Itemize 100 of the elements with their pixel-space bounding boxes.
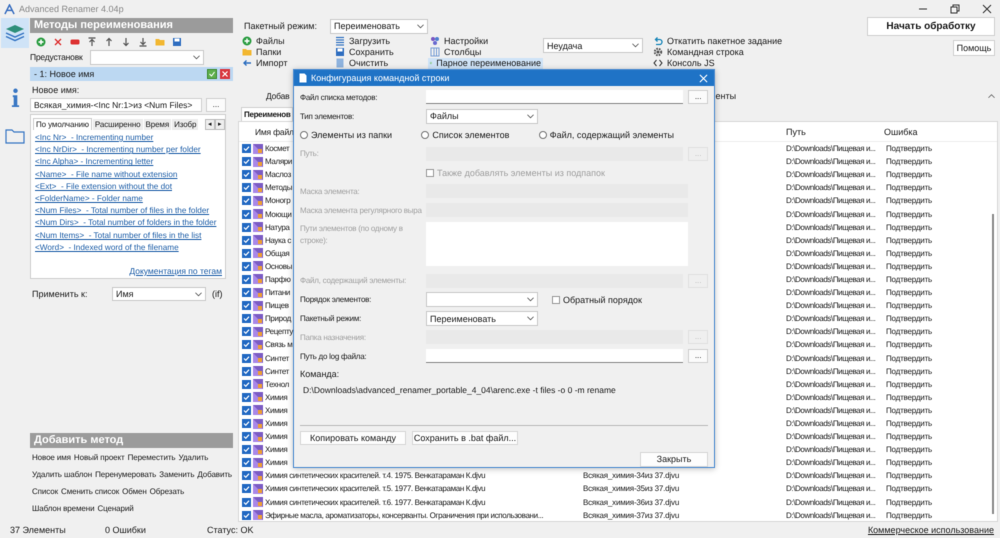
tag-tab[interactable]: Изобр bbox=[172, 119, 198, 130]
browse-button[interactable]: ... bbox=[688, 90, 708, 104]
checkbox[interactable] bbox=[242, 380, 251, 389]
batch-mode-dropdown[interactable]: Переименовать bbox=[330, 18, 428, 34]
checkbox[interactable] bbox=[242, 274, 251, 284]
filter-dropdown[interactable]: Неудача bbox=[543, 38, 643, 53]
tag-link[interactable]: <Inc NrDir> - Incrementing number per folder bbox=[35, 145, 221, 156]
method-link[interactable]: Удалить bbox=[178, 452, 208, 463]
toolbar-button[interactable]: Очистить bbox=[333, 58, 428, 68]
apply-dropdown[interactable]: Имя bbox=[112, 287, 206, 301]
add-icon[interactable] bbox=[36, 37, 46, 47]
method-link[interactable]: Обмен bbox=[122, 486, 147, 497]
dropdown[interactable]: Файлы bbox=[426, 108, 538, 124]
checkbox[interactable] bbox=[242, 392, 251, 402]
dropdown[interactable]: Переименовать bbox=[426, 311, 538, 326]
close-button[interactable]: Закрыть bbox=[640, 452, 708, 467]
toolbar-button[interactable]: Файлы bbox=[240, 36, 333, 46]
method-link[interactable]: Добавить bbox=[197, 469, 232, 480]
method-link[interactable]: Список bbox=[32, 486, 58, 497]
checkbox[interactable] bbox=[242, 419, 251, 428]
documentation-link[interactable]: Документация по тегам bbox=[129, 266, 222, 276]
checkbox[interactable] bbox=[242, 144, 251, 154]
checkbox[interactable] bbox=[242, 340, 251, 350]
checkbox[interactable] bbox=[242, 354, 251, 363]
method-link[interactable]: Сменить список bbox=[61, 486, 120, 497]
checkbox[interactable] bbox=[242, 210, 251, 219]
checkbox[interactable] bbox=[242, 196, 251, 206]
toolbar-button[interactable]: Загрузить bbox=[333, 36, 428, 46]
tag-link[interactable]: <FolderName> - Folder name bbox=[35, 194, 221, 204]
method-link[interactable]: Сценарий bbox=[97, 503, 134, 514]
checkbox[interactable] bbox=[242, 406, 251, 415]
tag-link[interactable]: <Ext> - File extension without the dot bbox=[35, 182, 221, 192]
toolbar-button[interactable]: Столбцы bbox=[428, 47, 543, 58]
remove-icon[interactable] bbox=[220, 69, 230, 79]
collapse-icon[interactable] bbox=[988, 93, 995, 99]
move-bottom-icon[interactable] bbox=[138, 37, 148, 47]
arrow-up-icon[interactable] bbox=[104, 37, 114, 47]
license-link[interactable]: Коммерческое использование bbox=[868, 525, 994, 535]
input-field[interactable] bbox=[426, 349, 684, 364]
method-item[interactable]: - 1: Новое имя bbox=[30, 67, 233, 81]
tag-link[interactable]: <Inc Nr> - Incrementing number bbox=[35, 133, 221, 143]
method-link[interactable]: Шаблон времени bbox=[32, 503, 94, 514]
delete-icon[interactable] bbox=[53, 37, 63, 47]
method-link[interactable]: Заменить bbox=[159, 469, 194, 480]
start-button[interactable]: Начать обработку bbox=[867, 16, 995, 36]
checkbox[interactable] bbox=[242, 445, 251, 454]
dialog-button[interactable]: Копировать команду bbox=[300, 430, 406, 445]
method-link[interactable]: Удалить шаблон bbox=[32, 469, 92, 480]
if-label[interactable]: (if) bbox=[212, 289, 222, 299]
checkbox[interactable] bbox=[242, 157, 251, 166]
toggle-icon[interactable] bbox=[70, 37, 80, 47]
tag-link[interactable]: <Word> - Indexed word of the filename bbox=[35, 242, 221, 253]
browse-button[interactable]: ... bbox=[688, 349, 708, 364]
radio-button[interactable]: Файл, содержащий элементы bbox=[538, 130, 674, 140]
toolbar-button[interactable]: Настройки bbox=[428, 36, 543, 46]
restore-icon[interactable] bbox=[950, 4, 960, 14]
dialog-button[interactable]: Сохранить в .bat файл... bbox=[412, 430, 518, 445]
toolbar-button[interactable]: Импорт bbox=[240, 58, 333, 68]
scrollbar[interactable] bbox=[992, 214, 994, 514]
arrow-down-icon[interactable] bbox=[121, 37, 131, 47]
method-link[interactable]: Обрезать bbox=[150, 486, 184, 497]
rail-tab[interactable] bbox=[1, 18, 29, 48]
input-field[interactable] bbox=[426, 90, 684, 104]
toolbar-button[interactable]: Парное переименование bbox=[428, 58, 543, 68]
checkbox[interactable]: Обратный порядок bbox=[552, 294, 642, 305]
checkbox[interactable] bbox=[242, 170, 251, 180]
toolbar-button[interactable]: Папки bbox=[240, 47, 333, 58]
new-name-field[interactable]: Всякая_химия-<Inc Nr:1>из <Num Files> bbox=[30, 98, 202, 112]
tag-link[interactable]: <Num Items> - Total number of files in the list bbox=[35, 230, 221, 240]
checkbox[interactable] bbox=[242, 432, 251, 442]
toolbar-button[interactable]: Командная строка bbox=[651, 47, 871, 58]
checkbox[interactable] bbox=[242, 262, 251, 271]
checkbox[interactable] bbox=[242, 484, 251, 494]
list-tab[interactable]: Переименов bbox=[241, 107, 294, 121]
radio-button[interactable]: Элементы из папки bbox=[300, 130, 392, 140]
tag-link[interactable]: <Inc Alpha> - Incrementing letter bbox=[35, 157, 221, 168]
radio-button[interactable]: Список элементов bbox=[421, 130, 510, 140]
method-link[interactable]: Переместить bbox=[128, 452, 176, 463]
column-header[interactable]: Путь bbox=[786, 126, 884, 136]
checkbox[interactable] bbox=[242, 248, 251, 258]
tag-tab[interactable]: Время bbox=[144, 119, 172, 130]
save-icon[interactable] bbox=[172, 37, 182, 47]
browse-button[interactable]: ... bbox=[206, 98, 226, 112]
checkbox[interactable] bbox=[242, 236, 251, 245]
checkbox[interactable] bbox=[242, 458, 251, 468]
checkbox[interactable] bbox=[242, 327, 251, 336]
column-header[interactable]: Ошибка bbox=[884, 126, 974, 136]
checkbox[interactable] bbox=[242, 314, 251, 324]
help-button[interactable]: Помощь bbox=[953, 40, 995, 56]
method-link[interactable]: Новый проект bbox=[74, 452, 125, 463]
checkbox[interactable] bbox=[242, 510, 251, 520]
toolbar-button[interactable]: Сохранить bbox=[333, 47, 428, 58]
folder-icon[interactable] bbox=[5, 128, 25, 144]
move-top-icon[interactable] bbox=[87, 37, 97, 47]
checkbox[interactable] bbox=[242, 301, 251, 310]
checkbox[interactable] bbox=[242, 366, 251, 376]
method-link[interactable]: Перенумеровать bbox=[95, 469, 156, 480]
toolbar-button[interactable]: Откатить пакетное задание bbox=[651, 36, 871, 46]
tag-link[interactable]: <Num Dirs> - Total number of folders in the folder bbox=[35, 218, 221, 228]
tag-link[interactable]: <Num Files> - Total number of files in the folder bbox=[35, 206, 221, 216]
